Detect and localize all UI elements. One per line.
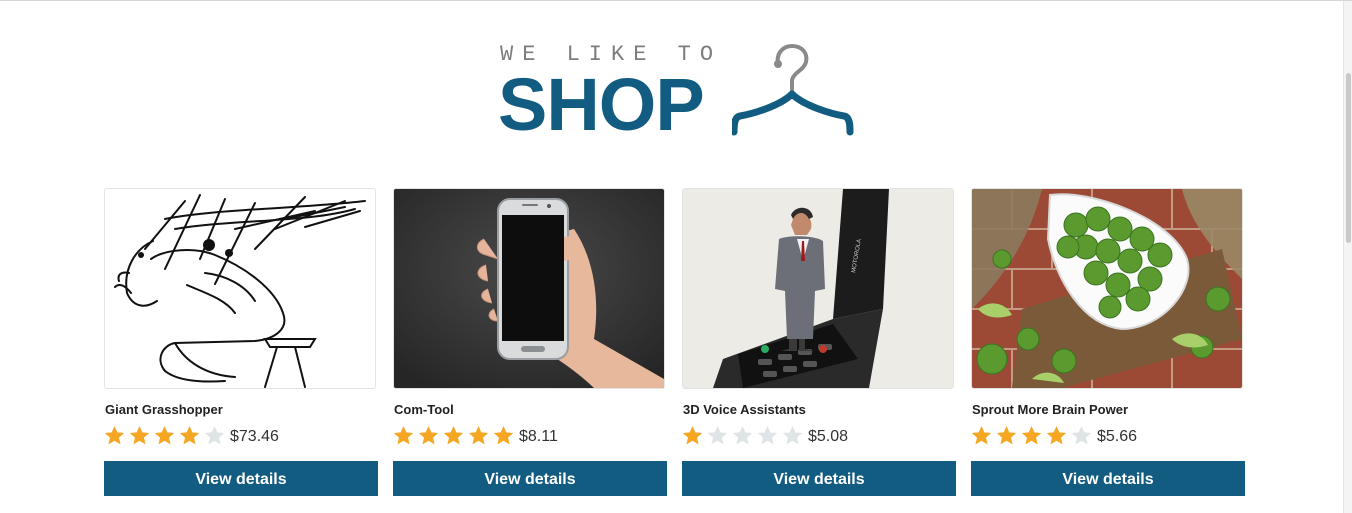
product-price: $5.08 [808, 428, 849, 445]
product-price: $73.46 [230, 428, 279, 445]
product-name[interactable]: 3D Voice Assistants [683, 402, 806, 417]
product-rating: $73.46 [104, 423, 279, 447]
star-empty-icon [707, 425, 728, 446]
star-filled-icon [393, 425, 414, 446]
star-empty-icon [757, 425, 778, 446]
rating-stars [682, 425, 807, 446]
product-price: $5.66 [1097, 428, 1138, 445]
top-border [0, 0, 1352, 1]
star-filled-icon [996, 425, 1017, 446]
star-filled-icon [971, 425, 992, 446]
rating-stars [104, 425, 229, 446]
product-card: Sprout More Brain Power $5.66 View detai… [971, 188, 1245, 498]
product-image-sprouts[interactable] [971, 188, 1243, 389]
rating-stars [971, 425, 1096, 446]
product-rating: $5.66 [971, 423, 1137, 447]
star-filled-icon [493, 425, 514, 446]
star-filled-icon [1021, 425, 1042, 446]
product-name[interactable]: Giant Grasshopper [105, 402, 223, 417]
star-filled-icon [154, 425, 175, 446]
site-logo[interactable]: WE LIKE TO SHOP [498, 38, 858, 148]
product-name[interactable]: Sprout More Brain Power [972, 402, 1128, 417]
product-name[interactable]: Com-Tool [394, 402, 454, 417]
product-image-grasshopper[interactable] [104, 188, 376, 389]
view-details-button[interactable]: View details [393, 461, 667, 496]
star-empty-icon [1071, 425, 1092, 446]
star-filled-icon [468, 425, 489, 446]
star-empty-icon [782, 425, 803, 446]
scrollbar[interactable] [1343, 1, 1352, 513]
product-rating: $8.11 [393, 423, 558, 447]
star-filled-icon [179, 425, 200, 446]
product-image-phone[interactable] [393, 188, 665, 389]
view-details-button[interactable]: View details [971, 461, 1245, 496]
star-filled-icon [443, 425, 464, 446]
product-rating: $5.08 [682, 423, 848, 447]
rating-stars [393, 425, 518, 446]
star-filled-icon [129, 425, 150, 446]
product-card: Com-Tool $8.11 View details [393, 188, 667, 498]
star-filled-icon [682, 425, 703, 446]
product-price: $8.11 [519, 428, 558, 445]
product-card: MOTOROLA 3D Voice Assistants $5.08 View … [682, 188, 956, 498]
star-filled-icon [104, 425, 125, 446]
view-details-button[interactable]: View details [682, 461, 956, 496]
star-empty-icon [732, 425, 753, 446]
product-card: Giant Grasshopper $73.46 View details [104, 188, 378, 498]
star-empty-icon [204, 425, 225, 446]
product-grid: Giant Grasshopper $73.46 View details Co… [104, 188, 1246, 498]
hanger-icon [732, 44, 854, 136]
star-filled-icon [1046, 425, 1067, 446]
product-image-hologram[interactable]: MOTOROLA [682, 188, 954, 389]
star-filled-icon [418, 425, 439, 446]
view-details-button[interactable]: View details [104, 461, 378, 496]
scrollbar-thumb[interactable] [1346, 73, 1351, 243]
logo-wordmark: SHOP [498, 63, 705, 146]
